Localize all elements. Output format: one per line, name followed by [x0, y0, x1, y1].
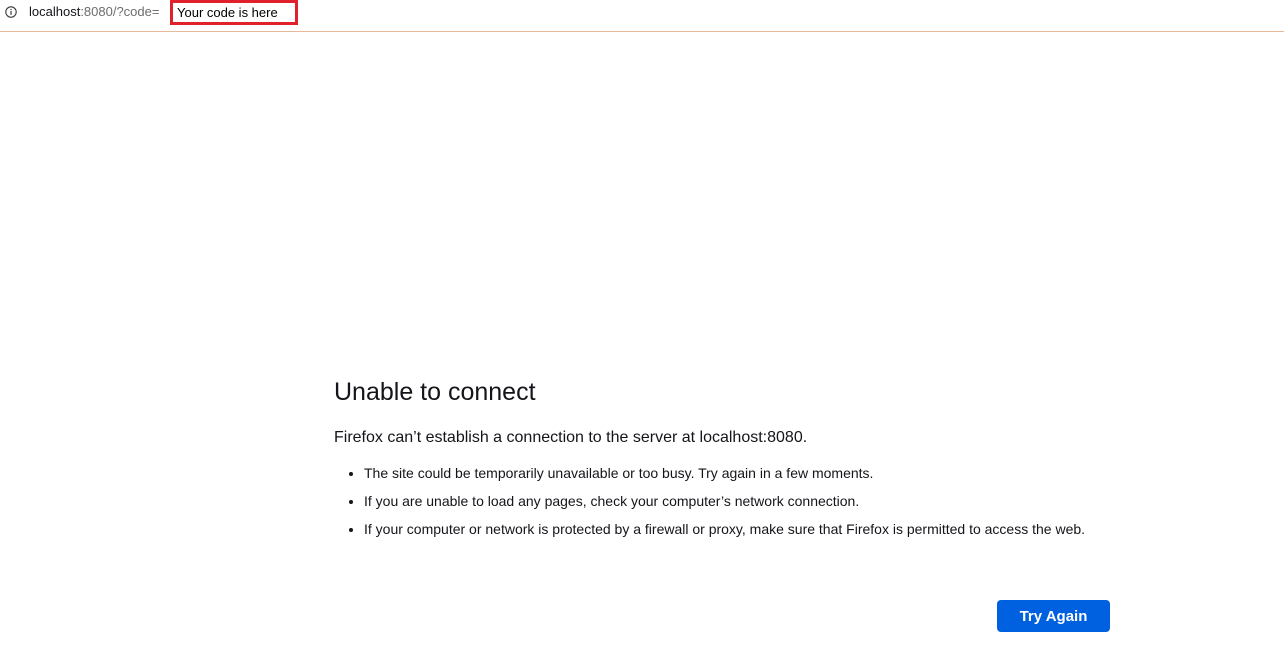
code-value: Your code is here — [177, 5, 278, 20]
info-icon[interactable] — [5, 5, 17, 18]
url-text[interactable]: localhost:8080/?code= — [29, 4, 159, 20]
url-path: :8080/?code= — [80, 4, 160, 19]
error-title: Unable to connect — [334, 378, 536, 406]
try-again-button[interactable]: Try Again — [997, 600, 1110, 632]
error-description: Firefox can’t establish a connection to … — [334, 429, 808, 446]
code-highlight-box: Your code is here — [170, 0, 298, 25]
list-item: If your computer or network is protected… — [364, 519, 1110, 539]
address-bar[interactable]: localhost:8080/?code= Your code is here — [0, 0, 1284, 32]
error-page: Unable to connect Firefox can’t establis… — [334, 376, 1110, 547]
error-suggestions: The site could be temporarily unavailabl… — [334, 463, 1110, 539]
list-item: The site could be temporarily unavailabl… — [364, 463, 1110, 483]
list-item: If you are unable to load any pages, che… — [364, 491, 1110, 511]
url-host: localhost — [29, 4, 81, 19]
